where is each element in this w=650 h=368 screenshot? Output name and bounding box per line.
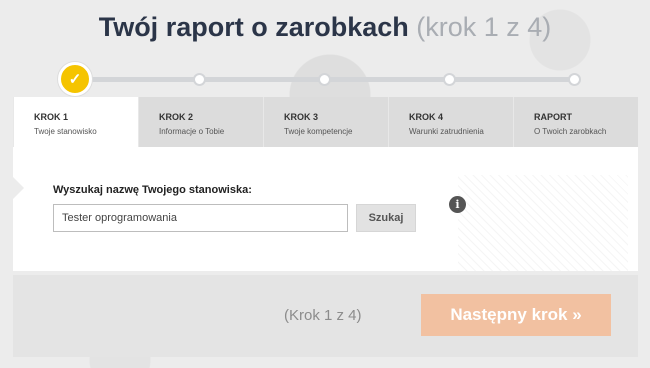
tab-subtitle: Informacje o Tobie <box>159 127 225 136</box>
tab-step-3[interactable]: KROK 3 Twoje kompetencje <box>263 97 388 147</box>
tab-subtitle: O Twoich zarobkach <box>534 127 607 136</box>
next-step-button[interactable]: Następny krok » <box>421 294 611 336</box>
progress-step-3 <box>318 73 331 86</box>
info-panel-placeholder <box>458 175 628 271</box>
progress-step-1-done: ✓ <box>58 62 92 96</box>
tab-title: KROK 3 <box>284 112 319 122</box>
tab-step-1[interactable]: KROK 1 Twoje stanowisko <box>13 97 138 147</box>
tab-step-4[interactable]: KROK 4 Warunki zatrudnienia <box>388 97 513 147</box>
info-icon[interactable]: i <box>449 196 466 213</box>
title-step-info: (krok 1 z 4) <box>416 12 552 42</box>
footer-bar: (Krok 1 z 4) Następny krok » <box>13 275 638 357</box>
progress-bar: ✓ <box>58 62 588 96</box>
footer-step-text: (Krok 1 z 4) <box>284 307 362 324</box>
check-icon: ✓ <box>68 71 82 88</box>
form-card: Wyszukaj nazwę Twojego stanowiska: Teste… <box>13 147 638 271</box>
tab-subtitle: Twoje stanowisko <box>34 127 97 136</box>
tab-step-2[interactable]: KROK 2 Informacje o Tobie <box>138 97 263 147</box>
progress-step-2 <box>193 73 206 86</box>
job-search-label: Wyszukaj nazwę Twojego stanowiska: <box>53 184 252 196</box>
tab-title: KROK 2 <box>159 112 194 122</box>
step-tabs: KROK 1 Twoje stanowisko KROK 2 Informacj… <box>13 97 638 147</box>
search-button[interactable]: Szukaj <box>356 204 416 232</box>
page-title: Twój raport o zarobkach (krok 1 z 4) <box>0 12 650 43</box>
tab-title: KROK 1 <box>34 112 69 122</box>
job-title-input[interactable]: Tester oprogramowania <box>53 204 348 232</box>
progress-step-4 <box>443 73 456 86</box>
tab-subtitle: Twoje kompetencje <box>284 127 353 136</box>
title-text: Twój raport o zarobkach <box>98 12 409 42</box>
tab-title: KROK 4 <box>409 112 444 122</box>
progress-step-5 <box>568 73 581 86</box>
tab-title: RAPORT <box>534 112 572 122</box>
tab-report[interactable]: RAPORT O Twoich zarobkach <box>513 97 638 147</box>
tab-subtitle: Warunki zatrudnienia <box>409 127 484 136</box>
card-arrow <box>13 177 24 199</box>
